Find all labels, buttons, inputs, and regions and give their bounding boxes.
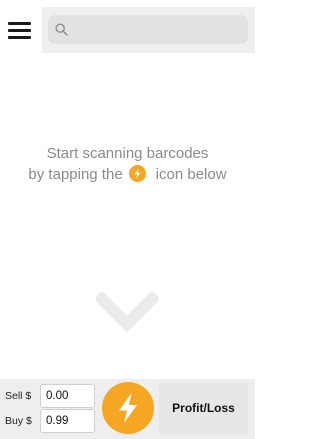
buy-price-label: Buy $ xyxy=(5,415,32,427)
instruction-line-1: Start scanning barcodes xyxy=(46,145,209,162)
hamburger-menu-icon[interactable] xyxy=(8,20,32,40)
sell-price-input[interactable] xyxy=(40,384,95,408)
menu-line xyxy=(8,36,31,39)
lightning-bolt-icon xyxy=(128,165,146,182)
app-screen: Start scanning barcodes by tapping the i… xyxy=(0,0,255,439)
lightning-bolt-icon xyxy=(119,393,137,423)
search-box[interactable] xyxy=(48,15,248,44)
search-input[interactable] xyxy=(74,19,242,40)
profit-loss-button[interactable]: Profit/Loss xyxy=(159,383,248,434)
buy-price-input[interactable] xyxy=(40,409,95,433)
chevron-down-icon xyxy=(96,292,158,333)
scan-button[interactable] xyxy=(102,382,154,434)
menu-line xyxy=(8,22,31,25)
search-icon xyxy=(55,23,68,36)
instruction-message: Start scanning barcodes by tapping the i… xyxy=(0,143,255,185)
search-bar xyxy=(42,7,255,53)
sell-price-label: Sell $ xyxy=(5,390,32,402)
instruction-text-after: icon below xyxy=(155,166,227,183)
header xyxy=(0,0,255,56)
instruction-text-before: by tapping the xyxy=(28,166,123,183)
instruction-line-2: by tapping the icon below xyxy=(0,164,255,185)
menu-line xyxy=(8,29,31,32)
